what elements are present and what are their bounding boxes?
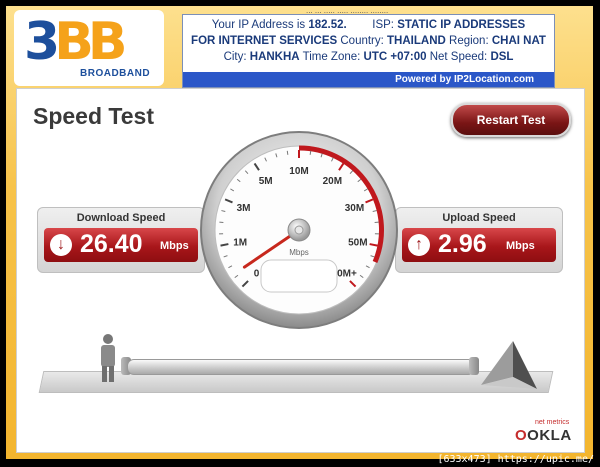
gauge-hub-center [294, 225, 304, 235]
download-speed-box: Download Speed ↓ 26.40 Mbps [37, 207, 205, 273]
ookla-logo: net metrics OOKLA [515, 419, 585, 447]
ip-line-1: Your IP Address is 182.52. ISP: STATIC I… [211, 19, 526, 31]
upload-speed-unit: Mbps [506, 240, 535, 252]
upload-speed-value: 2.96 [438, 230, 487, 258]
brand-logo: 3BB BROADBAND [14, 10, 164, 86]
speed-gauge: 01M3M5M10M20M30M50M100M+ Mbps [200, 131, 398, 329]
upload-speed-label: Upload Speed [442, 212, 516, 224]
logo-mark: 3BB [24, 12, 127, 72]
ip-line-2: FOR INTERNET SERVICES Country: THAILAND … [191, 35, 546, 47]
restart-test-button[interactable]: Restart Test [451, 103, 571, 137]
window-frame: ... ... ..... ..... ........ ........ 3B… [6, 6, 593, 459]
upload-speed-box: Upload Speed ↑ 2.96 Mbps [395, 207, 563, 273]
upload-arrow-icon: ↑ [408, 234, 430, 256]
gauge-minor-tick [309, 150, 312, 155]
page-title: Speed Test [33, 103, 154, 129]
gauge-tick-label: 50M [348, 238, 367, 249]
gauge-tick-label: 1M [233, 238, 247, 249]
upload-speed-readout: ↑ 2.96 Mbps [402, 228, 556, 262]
download-arrow-icon: ↓ [50, 234, 72, 256]
gauge-tick-label: 0 [254, 268, 260, 279]
logo-text: BROADBAND [80, 68, 151, 79]
download-speed-value: 26.40 [80, 230, 143, 258]
gauge-tick-label: 10M [289, 166, 308, 177]
download-speed-readout: ↓ 26.40 Mbps [44, 228, 198, 262]
gauge-minor-tick [286, 150, 289, 155]
download-speed-unit: Mbps [160, 240, 189, 252]
speed-test-panel: Speed Test Restart Test Download Speed ↓… [16, 88, 585, 453]
gauge-unit-label: Mbps [289, 248, 309, 257]
test-progress-track [127, 359, 475, 375]
person-icon [101, 334, 115, 382]
gauge-tick-label: 30M [345, 203, 364, 214]
image-watermark: [633x473] https://upic.me/ [437, 454, 594, 465]
server-pyramid-icon [481, 341, 537, 389]
gauge-readout-window [260, 259, 338, 293]
powered-by-link[interactable]: Powered by IP2Location.com [183, 72, 554, 87]
gauge-tick-label: 3M [237, 203, 251, 214]
ip-info-box: Your IP Address is 182.52. ISP: STATIC I… [182, 14, 555, 88]
net-metrics-text: net metrics [535, 419, 570, 426]
top-strip-text: ... ... ..... ..... ........ ........ [306, 6, 389, 13]
ip-line-3: City: HANKHA Time Zone: UTC +07:00 Net S… [223, 51, 514, 63]
download-speed-label: Download Speed [76, 212, 166, 224]
ookla-o-mark: O [515, 427, 528, 444]
ookla-wordmark: OKLA [527, 427, 572, 444]
gauge-tick-label: 20M [323, 176, 342, 187]
gauge-tick-label: 5M [259, 176, 273, 187]
